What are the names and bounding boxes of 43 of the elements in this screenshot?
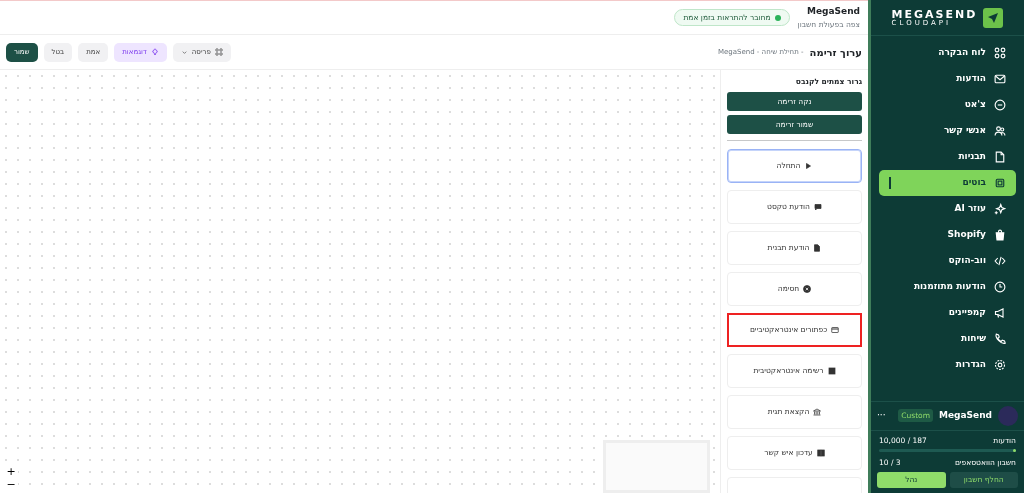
sparkle-icon bbox=[994, 203, 1006, 215]
caret-icon bbox=[180, 48, 188, 56]
sidebar-item[interactable]: Shopify bbox=[879, 222, 1016, 248]
status-dot bbox=[774, 14, 781, 21]
sidebar-item[interactable]: קמפיינים bbox=[879, 300, 1016, 326]
account-name: MegaSend bbox=[806, 5, 860, 19]
sidebar-item[interactable]: לוח הבקרה bbox=[879, 40, 1016, 66]
blocked-icon bbox=[803, 284, 812, 293]
settings-icon bbox=[994, 359, 1006, 371]
sidebar-item[interactable]: צ'אט bbox=[879, 92, 1016, 118]
page-title: ערוך זרימה bbox=[809, 45, 862, 60]
more-menu[interactable]: ··· bbox=[877, 408, 886, 423]
logo-title: MEGASEND bbox=[891, 8, 978, 20]
phone-icon bbox=[994, 333, 1006, 345]
chat-icon bbox=[994, 99, 1006, 111]
sidebar-item[interactable]: ווב-הוקס bbox=[879, 248, 1016, 274]
chip-icon bbox=[994, 177, 1006, 189]
sidebar-item[interactable]: שיחות bbox=[879, 326, 1016, 352]
sidebar-item[interactable]: תבניות bbox=[879, 144, 1016, 170]
sidebar-item[interactable]: הודעות bbox=[879, 66, 1016, 92]
zoom-in-button[interactable]: + bbox=[4, 465, 18, 478]
message-icon bbox=[814, 202, 822, 211]
account-name: MegaSend bbox=[939, 408, 992, 422]
code-icon bbox=[994, 255, 1006, 267]
card-icon bbox=[831, 325, 840, 334]
document-icon bbox=[994, 151, 1006, 163]
play-icon bbox=[804, 161, 813, 170]
sidebar-item[interactable]: אנשי קשר bbox=[879, 118, 1016, 144]
sidebar-item[interactable]: הגדרות bbox=[879, 352, 1016, 378]
envelope-icon bbox=[994, 73, 1006, 85]
shopping-bag-icon bbox=[994, 229, 1006, 241]
sidebar-item[interactable]: בוטים bbox=[879, 170, 1016, 196]
sidebar-item[interactable]: הודעות מתוזמנות bbox=[879, 274, 1016, 300]
users-icon bbox=[994, 125, 1006, 137]
sidebar-item[interactable]: עוזר AI bbox=[879, 196, 1016, 222]
grid-icon bbox=[214, 48, 223, 56]
clock-icon bbox=[994, 281, 1006, 293]
avatar bbox=[998, 405, 1018, 426]
grid-icon bbox=[994, 47, 1006, 59]
megaphone-icon bbox=[994, 307, 1006, 319]
bank-icon bbox=[813, 407, 822, 416]
document-icon bbox=[813, 243, 822, 252]
logo-icon bbox=[983, 7, 1004, 28]
